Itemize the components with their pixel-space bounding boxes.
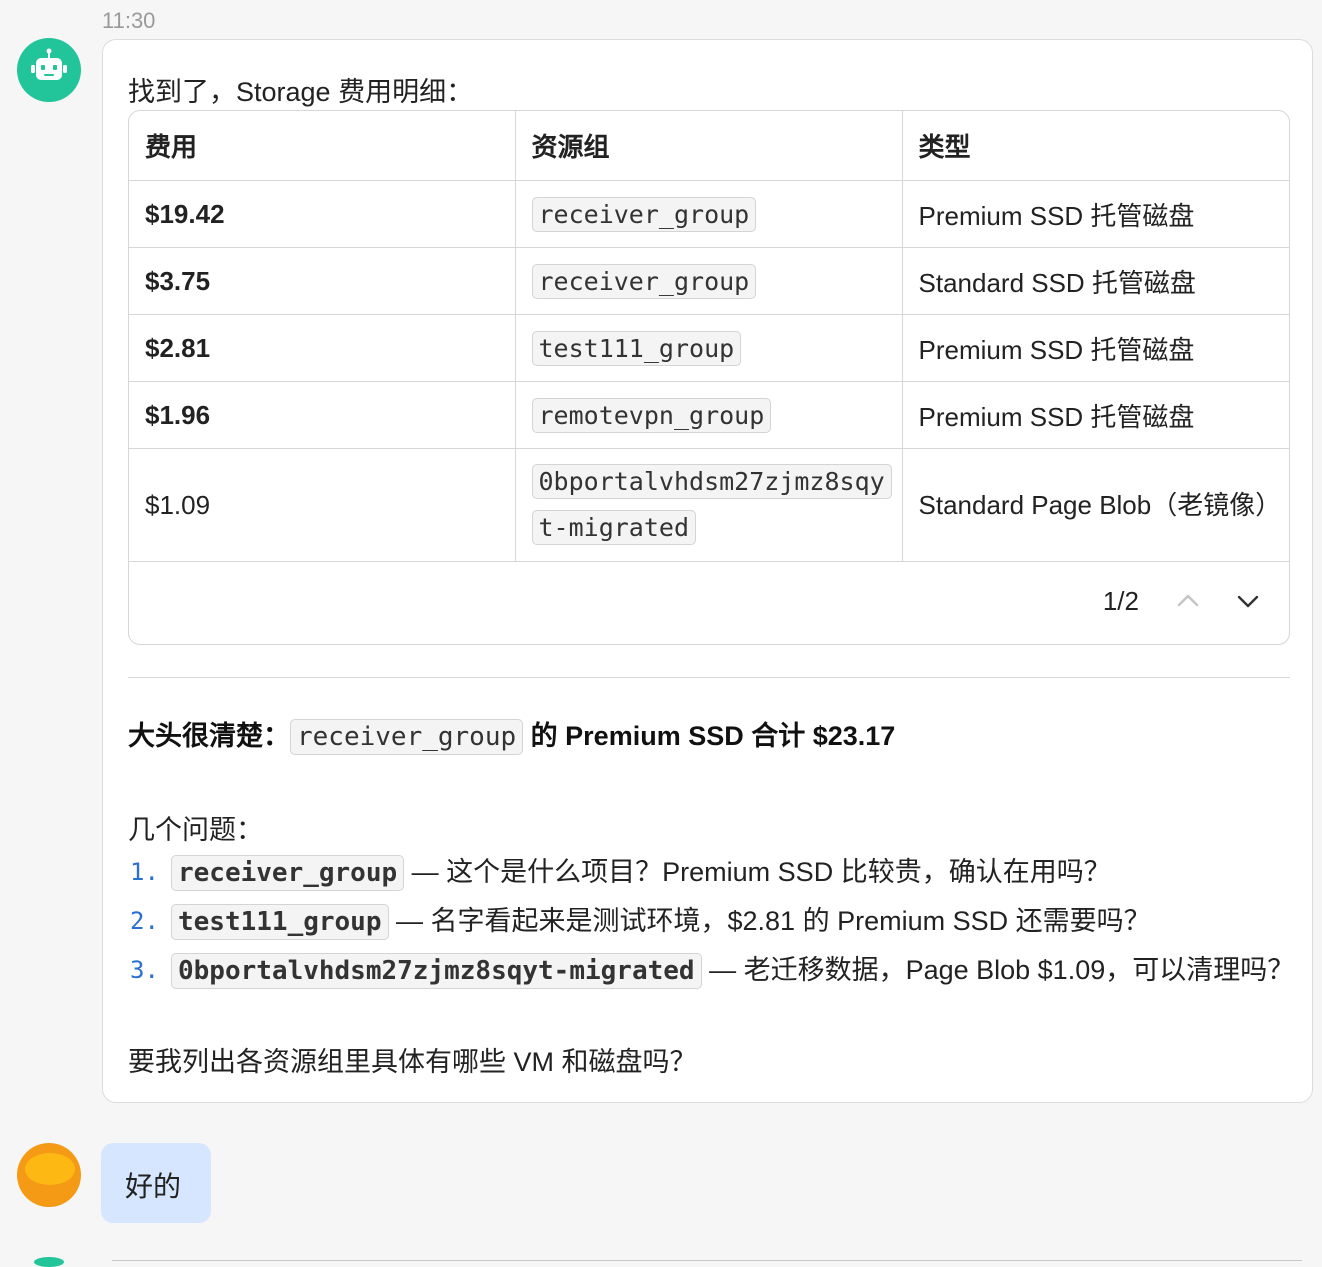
- divider: [128, 677, 1290, 678]
- storage-cost-table-card: 费用 资源组 类型 $19.42 receiver_group Premium …: [128, 110, 1290, 645]
- list-item: 3. 0bportalvhdsm27zjmz8sqyt-migrated — 老迁…: [128, 946, 1298, 995]
- pager-indicator: 1/2: [1102, 586, 1139, 616]
- type-cell: Standard SSD 托管磁盘: [902, 247, 1289, 315]
- cost-cell: $1.09: [129, 448, 516, 562]
- type-cell: Premium SSD 托管磁盘: [902, 381, 1289, 449]
- column-header-group: 资源组: [515, 111, 903, 181]
- summary-suffix: 的 Premium SSD 合计 $23.17: [523, 721, 896, 751]
- next-avatar-partial: [34, 1257, 64, 1267]
- chevron-down-icon[interactable]: [1235, 588, 1261, 619]
- summary-code: receiver_group: [290, 719, 524, 755]
- list-number: 1.: [130, 858, 159, 886]
- list-number: 3.: [130, 956, 159, 984]
- question-code: 0bportalvhdsm27zjmz8sqyt-migrated: [171, 953, 702, 989]
- group-code: remotevpn_group: [531, 397, 772, 433]
- summary-line: 大头很清楚： receiver_group 的 Premium SSD 合计 $2…: [128, 714, 896, 755]
- table-row: $1.09 0bportalvhdsm27zjmz8sqyt-migrated …: [129, 448, 1289, 562]
- table-row: $3.75 receiver_group Standard SSD 托管磁盘: [129, 247, 1289, 315]
- group-code: 0bportalvhdsm27zjmz8sqyt-migrated: [531, 464, 892, 545]
- assistant-message: 找到了，Storage 费用明细： 费用 资源组 类型 $19.42 recei…: [102, 39, 1313, 1103]
- table-row: $19.42 receiver_group Premium SSD 托管磁盘: [129, 180, 1289, 248]
- questions-title: 几个问题：: [128, 815, 263, 845]
- list-item: 1. receiver_group — 这个是什么项目？Premium SSD 比…: [128, 848, 1298, 897]
- storage-cost-table: 费用 资源组 类型 $19.42 receiver_group Premium …: [129, 111, 1289, 562]
- column-header-cost: 费用: [129, 111, 516, 181]
- group-code: receiver_group: [531, 196, 757, 232]
- message-timestamp: 11:30: [102, 8, 156, 33]
- table-pager: 1/2: [129, 562, 1289, 644]
- assistant-intro: 找到了，Storage 费用明细：: [128, 77, 474, 107]
- chevron-up-icon[interactable]: [1175, 588, 1201, 619]
- list-item: 2. test111_group — 名字看起来是测试环境，$2.81 的 Pre…: [128, 897, 1298, 946]
- group-cell: receiver_group: [515, 247, 903, 315]
- closing-question: 要我列出各资源组里具体有哪些 VM 和磁盘吗？: [128, 1047, 697, 1077]
- table-row: $1.96 remotevpn_group Premium SSD 托管磁盘: [129, 381, 1289, 449]
- assistant-avatar: [17, 38, 81, 102]
- group-cell: receiver_group: [515, 180, 903, 248]
- type-cell: Standard Page Blob（老镜像）: [902, 448, 1289, 562]
- user-avatar: [17, 1143, 81, 1207]
- type-cell: Premium SSD 托管磁盘: [902, 180, 1289, 248]
- table-header-row: 费用 资源组 类型: [129, 111, 1289, 181]
- cost-cell: $19.42: [129, 180, 516, 248]
- user-avatar-shape: [25, 1153, 75, 1185]
- question-text: — 名字看起来是测试环境，$2.81 的 Premium SSD 还需要吗？: [388, 906, 1151, 936]
- user-message-text: 好的: [125, 1171, 182, 1202]
- group-cell: remotevpn_group: [515, 381, 903, 449]
- cost-cell: $1.96: [129, 381, 516, 449]
- summary-prefix: 大头很清楚：: [128, 721, 290, 751]
- group-cell: 0bportalvhdsm27zjmz8sqyt-migrated: [515, 448, 903, 562]
- next-message-border: [112, 1260, 1302, 1261]
- question-text: — 这个是什么项目？Premium SSD 比较贵，确认在用吗？: [404, 857, 1111, 887]
- questions-list: 1. receiver_group — 这个是什么项目？Premium SSD 比…: [128, 848, 1298, 995]
- column-header-type: 类型: [902, 111, 1289, 181]
- question-text: — 老迁移数据，Page Blob $1.09，可以清理吗？: [701, 955, 1295, 985]
- list-number: 2.: [130, 907, 159, 935]
- type-cell: Premium SSD 托管磁盘: [902, 314, 1289, 382]
- user-message: 好的: [101, 1143, 211, 1223]
- robot-icon: [31, 48, 67, 80]
- question-code: receiver_group: [171, 855, 405, 891]
- group-cell: test111_group: [515, 314, 903, 382]
- cost-cell: $2.81: [129, 314, 516, 382]
- question-code: test111_group: [171, 904, 389, 940]
- cost-cell: $3.75: [129, 247, 516, 315]
- group-code: receiver_group: [531, 263, 757, 299]
- table-row: $2.81 test111_group Premium SSD 托管磁盘: [129, 314, 1289, 382]
- group-code: test111_group: [531, 330, 742, 366]
